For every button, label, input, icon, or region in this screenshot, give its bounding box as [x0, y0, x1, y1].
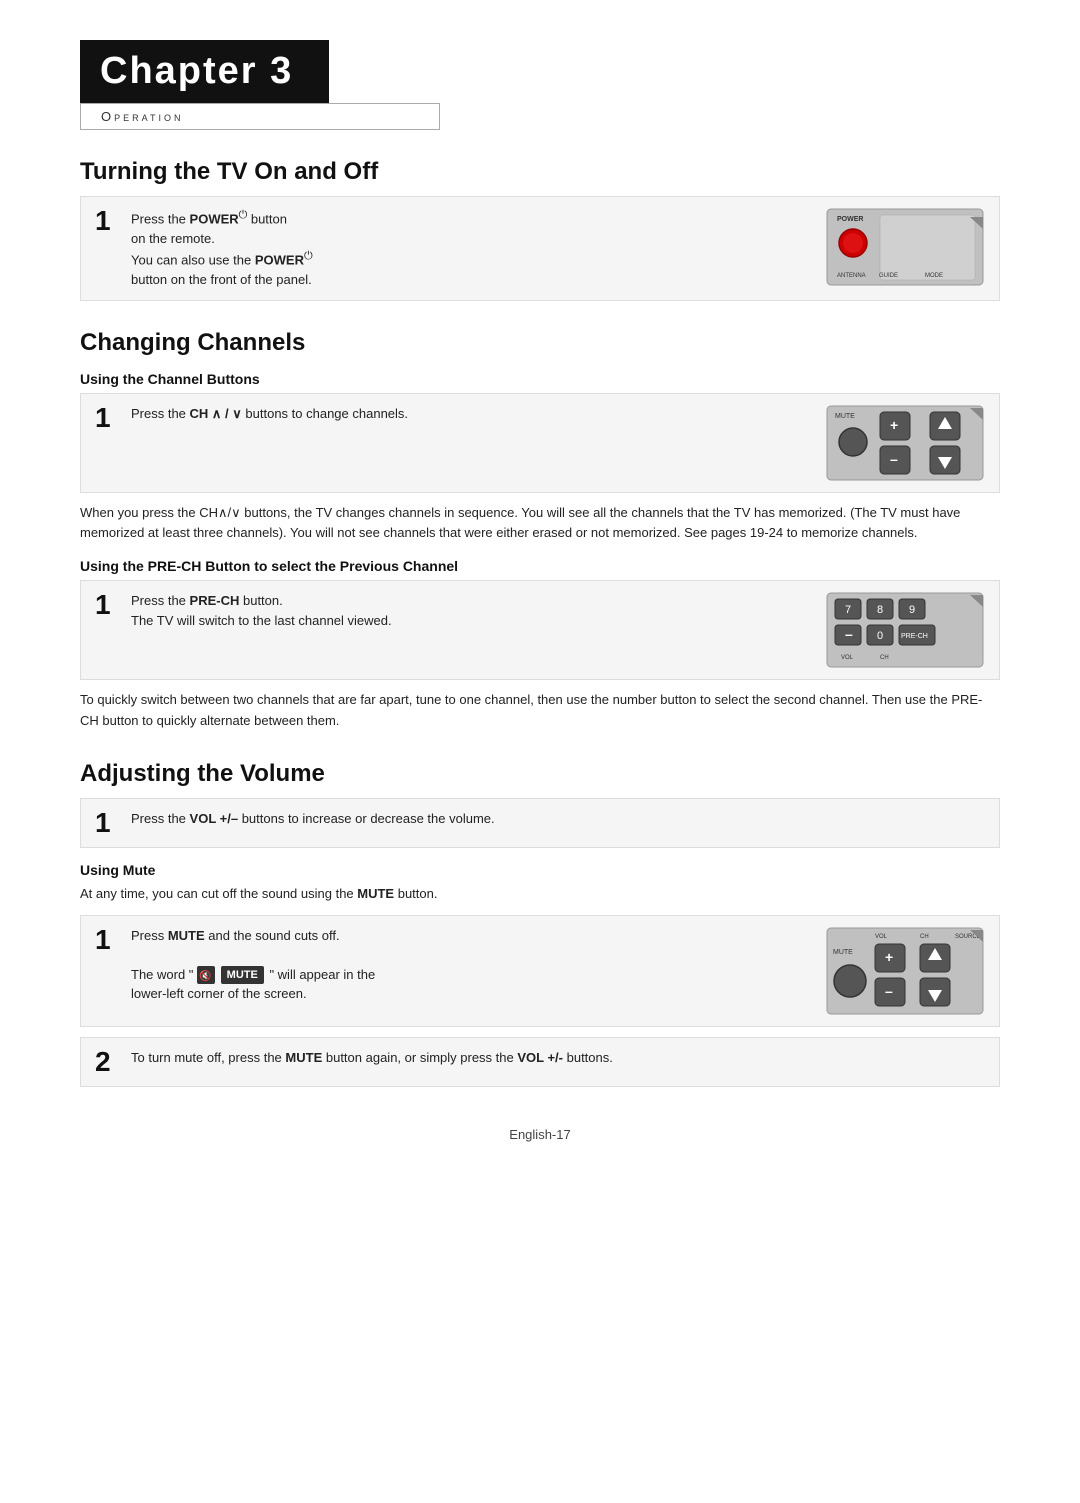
footer-text: English-17 — [509, 1127, 570, 1142]
power-bold: POWER — [190, 211, 239, 226]
step-number-vol1: 1 — [95, 809, 117, 837]
mute-intro: At any time, you can cut off the sound u… — [80, 884, 1000, 905]
changing-body: When you press the CH∧/∨ buttons, the TV… — [80, 503, 1000, 545]
mute-intro-bold: MUTE — [357, 886, 394, 901]
svg-text:MUTE: MUTE — [833, 949, 853, 956]
svg-text:–: – — [890, 451, 898, 467]
mute-step1-image: VOL CH SOURCE MUTE + – — [825, 926, 985, 1016]
footer: English-17 — [80, 1127, 1000, 1142]
svg-text:9: 9 — [909, 604, 915, 616]
step-number-mute2: 2 — [95, 1048, 117, 1076]
svg-text:POWER: POWER — [837, 216, 863, 223]
mute-bold2: MUTE — [285, 1050, 322, 1065]
channel-remote-svg: MUTE + – — [825, 404, 985, 482]
prech-bold: PRE-CH — [190, 593, 240, 608]
prech-remote-svg: 7 8 9 – 0 PRE-CH VOL CH — [825, 591, 985, 669]
svg-text:MODE: MODE — [925, 273, 943, 279]
chapter-title: Chapter 3 — [100, 50, 293, 92]
volume-step1-content: Press the VOL +/– buttons to increase or… — [131, 809, 985, 829]
svg-text:7: 7 — [845, 604, 851, 616]
turning-title: Turning the TV On and Off — [80, 158, 1000, 186]
mute-step2-content: To turn mute off, press the MUTE button … — [131, 1048, 985, 1068]
turning-step1: 1 Press the POWER⏻ button on the remote.… — [80, 196, 1000, 301]
chapter-subtitle: Operation — [101, 109, 183, 124]
mute-remote-svg: VOL CH SOURCE MUTE + – — [825, 926, 985, 1016]
prech-step1: 1 Press the PRE-CH button. The TV will s… — [80, 580, 1000, 680]
svg-text:PRE-CH: PRE-CH — [901, 633, 928, 640]
using-mute-title: Using Mute — [80, 862, 1000, 878]
mute-step1: 1 Press MUTE and the sound cuts off. The… — [80, 915, 1000, 1027]
svg-text:ANTENNA: ANTENNA — [837, 273, 866, 279]
chapter-title-box: Chapter 3 — [80, 40, 329, 103]
section-changing: Changing Channels Using the Channel Butt… — [80, 329, 1000, 732]
section-turning: Turning the TV On and Off 1 Press the PO… — [80, 158, 1000, 301]
svg-text:🔇: 🔇 — [199, 969, 211, 982]
pre-ch-title: Using the PRE-CH Button to select the Pr… — [80, 558, 1000, 574]
svg-text:VOL: VOL — [841, 655, 854, 661]
turning-step1-image: POWER ANTENNA GUIDE MODE — [825, 207, 985, 287]
vol-bold: VOL +/– — [190, 811, 239, 826]
prech-step1-content: Press the PRE-CH button. The TV will swi… — [131, 591, 811, 630]
prech-step1-image: 7 8 9 – 0 PRE-CH VOL CH — [825, 591, 985, 669]
svg-text:–: – — [885, 983, 893, 999]
mute-step1-content: Press MUTE and the sound cuts off. The w… — [131, 926, 811, 1004]
step-number-1: 1 — [95, 207, 117, 235]
svg-text:0: 0 — [877, 630, 883, 642]
vol-bold2: VOL +/- — [517, 1050, 563, 1065]
mute-bold1: MUTE — [168, 928, 205, 943]
mute-icon-svg: 🔇 — [197, 966, 215, 984]
using-channel-buttons-title: Using the Channel Buttons — [80, 371, 1000, 387]
step-number-mute1: 1 — [95, 926, 117, 954]
svg-text:8: 8 — [877, 604, 883, 616]
channel-step1: 1 Press the CH ∧ / ∨ buttons to change c… — [80, 393, 1000, 493]
svg-text:CH: CH — [880, 655, 889, 661]
section-volume: Adjusting the Volume 1 Press the VOL +/–… — [80, 760, 1000, 1087]
power-sup: ⏻ — [239, 209, 248, 221]
changing-title: Changing Channels — [80, 329, 1000, 357]
channel-step1-content: Press the CH ∧ / ∨ buttons to change cha… — [131, 404, 811, 424]
chapter-subtitle-box: Operation — [80, 103, 440, 130]
channel-step1-image: MUTE + – — [825, 404, 985, 482]
changing-body2: To quickly switch between two channels t… — [80, 690, 1000, 732]
volume-step1: 1 Press the VOL +/– buttons to increase … — [80, 798, 1000, 848]
power-bold2: POWER — [255, 253, 304, 268]
power-sup2: ⏻ — [304, 250, 313, 262]
svg-text:MUTE: MUTE — [835, 413, 855, 420]
svg-text:+: + — [885, 949, 893, 965]
mute-badge: MUTE — [221, 966, 264, 985]
svg-text:CH: CH — [920, 934, 929, 940]
step-number-ch1: 1 — [95, 404, 117, 432]
power-remote-svg: POWER ANTENNA GUIDE MODE — [825, 207, 985, 287]
mute-step2: 2 To turn mute off, press the MUTE butto… — [80, 1037, 1000, 1087]
step-number-prech: 1 — [95, 591, 117, 619]
svg-text:–: – — [845, 626, 853, 642]
turning-step1-content: Press the POWER⏻ button on the remote. Y… — [131, 207, 811, 290]
svg-text:VOL: VOL — [875, 934, 888, 940]
ch-bold: CH ∧ / ∨ — [190, 406, 242, 421]
svg-text:+: + — [890, 417, 898, 433]
volume-title: Adjusting the Volume — [80, 760, 1000, 788]
svg-text:GUIDE: GUIDE — [879, 273, 898, 279]
chapter-header: Chapter 3 Operation — [80, 40, 1000, 130]
